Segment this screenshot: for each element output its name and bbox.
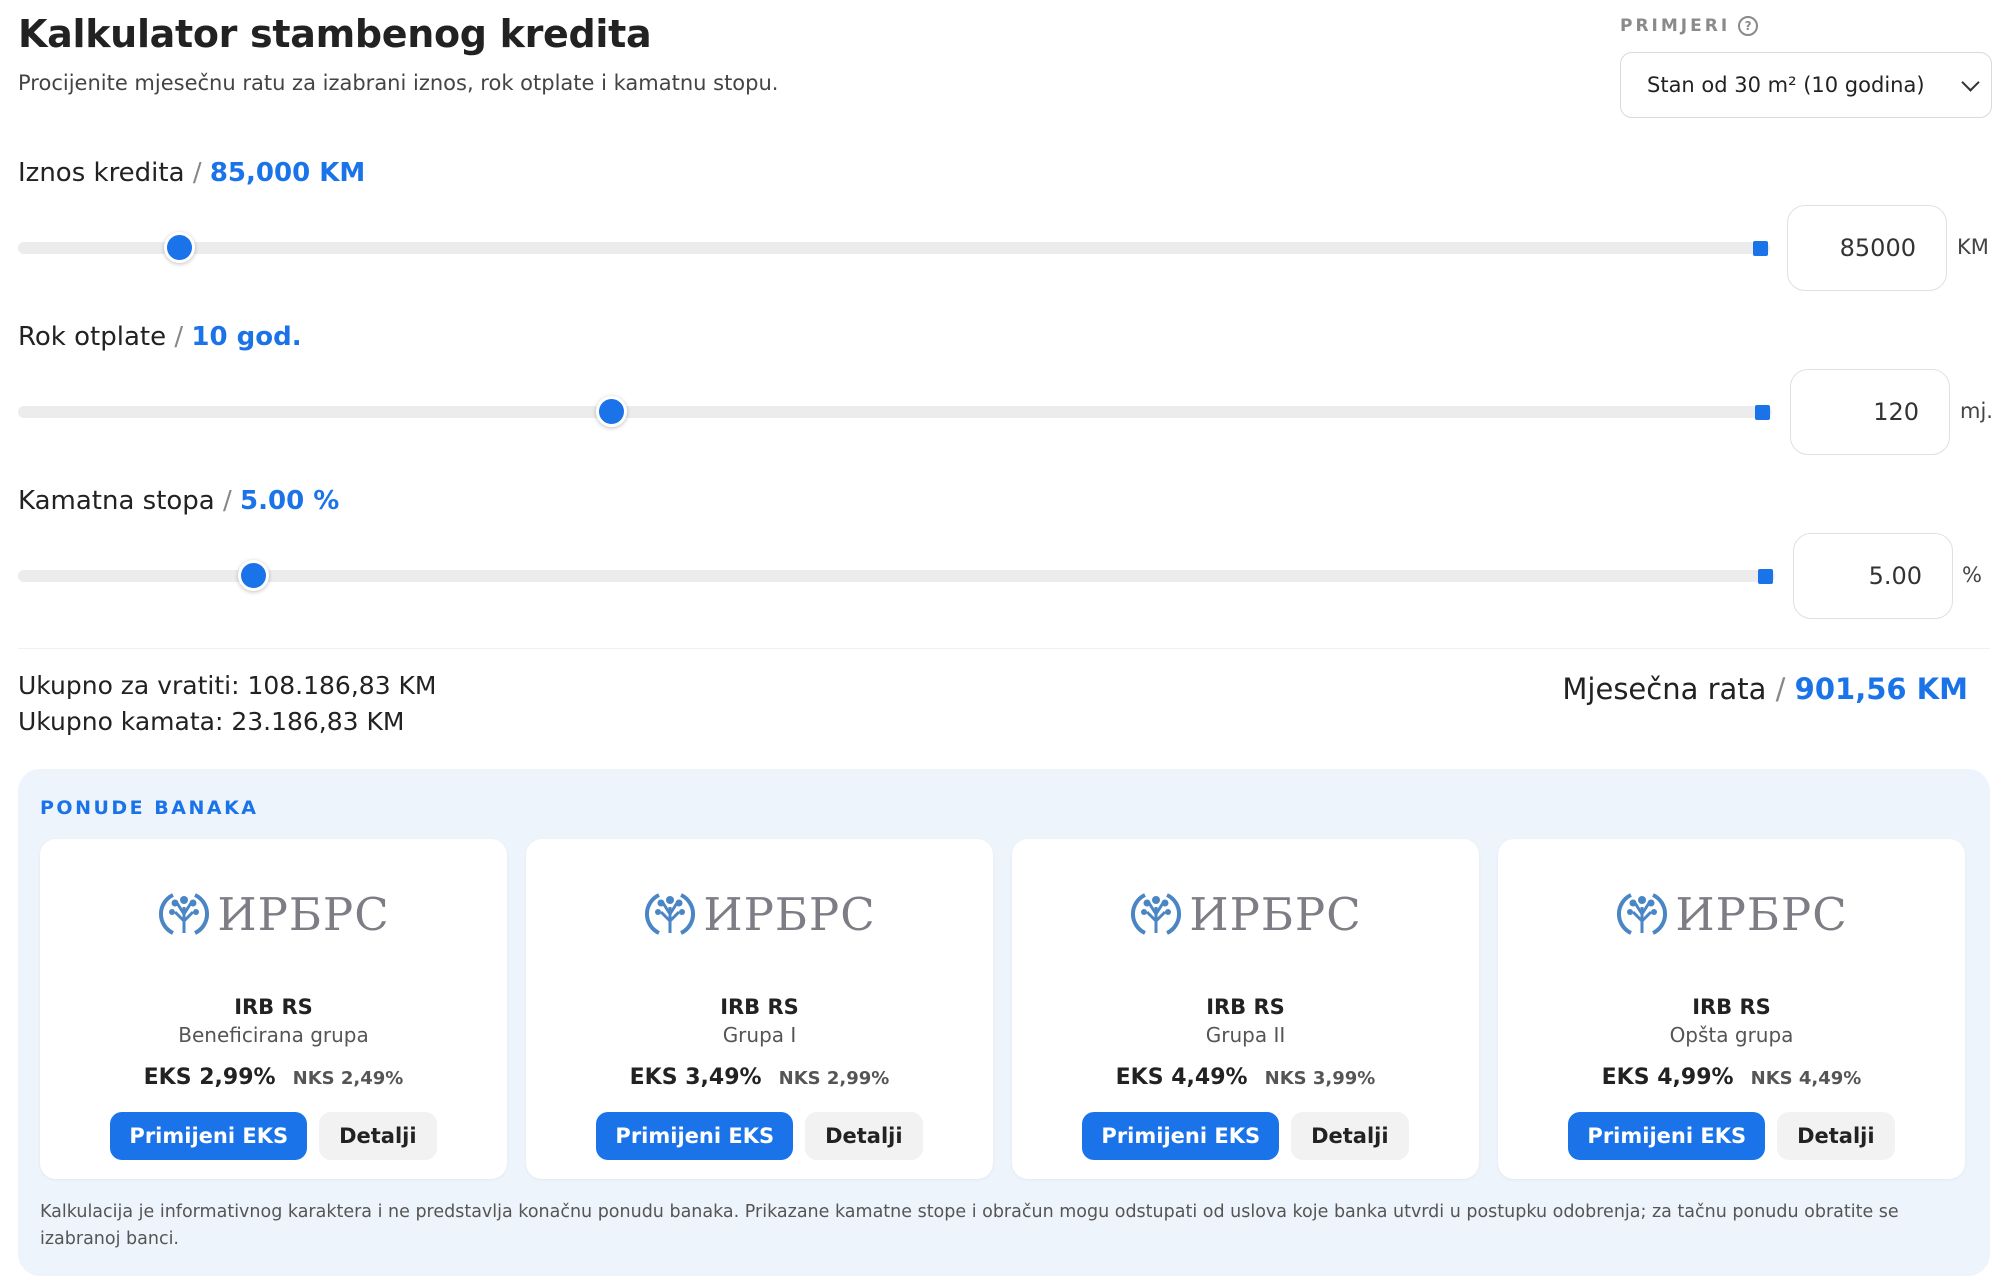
term-slider-thumb[interactable] xyxy=(595,396,627,427)
bank-logo-text: ИРБРС xyxy=(1189,887,1362,941)
bank-rates: EKS 4,99% NKS 4,49% xyxy=(1498,1065,1965,1090)
tree-logo-icon xyxy=(645,893,696,935)
amount-unit: KM xyxy=(1957,235,1989,259)
bank-logo: ИРБРС xyxy=(526,887,993,941)
amount-slider-thumb[interactable] xyxy=(164,232,196,263)
term-unit: mj. xyxy=(1960,399,1993,423)
card-actions: Primijeni EKS Detalji xyxy=(1498,1112,1965,1160)
nks-rate: NKS 2,99% xyxy=(778,1068,890,1089)
eks-rate: EKS 4,99% xyxy=(1601,1065,1734,1090)
bank-offers-title: PONUDE BANAKA xyxy=(40,797,259,819)
term-input[interactable]: 120 xyxy=(1790,369,1950,455)
term-label-text: Rok otplate xyxy=(18,322,167,352)
help-circle-icon[interactable]: ? xyxy=(1738,16,1759,36)
rate-label-separator: / xyxy=(223,486,232,516)
details-button[interactable]: Detalji xyxy=(805,1112,923,1160)
apply-eks-button[interactable]: Primijeni EKS xyxy=(1568,1112,1766,1160)
tree-logo-icon xyxy=(1131,893,1182,935)
chevron-down-icon xyxy=(1961,72,1980,92)
eks-rate: EKS 3,49% xyxy=(629,1065,762,1090)
term-label-separator: / xyxy=(174,322,184,352)
term-slider-max-marker xyxy=(1755,405,1770,420)
amount-label: Iznos kredita / 85,000 KM xyxy=(18,158,365,188)
monthly-payment: Mjesečna rata / 901,56 KM xyxy=(1562,672,1968,706)
rate-display-value: 5.00 % xyxy=(240,486,340,516)
bank-logo-text: ИРБРС xyxy=(217,887,390,941)
amount-slider-track[interactable] xyxy=(18,232,1770,263)
term-display-value: 10 god. xyxy=(191,322,302,352)
rate-slider-track[interactable] xyxy=(18,560,1775,591)
rate-unit: % xyxy=(1962,563,1982,587)
eks-rate: EKS 4,49% xyxy=(1115,1065,1248,1090)
amount-label-separator: / xyxy=(192,158,202,188)
details-button[interactable]: Detalji xyxy=(319,1112,437,1160)
bank-offer-card: ИРБРС IRB RS Opšta grupa EKS 4,99% NKS 4… xyxy=(1498,839,1965,1179)
bank-offers-panel: PONUDE BANAKA ИРБРС IRB RS Beneficirana … xyxy=(18,769,1990,1276)
examples-header: PRIMJERI ? xyxy=(1620,16,1992,36)
rate-input[interactable]: 5.00 xyxy=(1793,533,1953,619)
amount-label-text: Iznos kredita xyxy=(18,158,185,188)
bank-logo-text: ИРБРС xyxy=(1675,887,1848,941)
card-actions: Primijeni EKS Detalji xyxy=(526,1112,993,1160)
monthly-payment-value: 901,56 KM xyxy=(1794,672,1968,706)
total-repay: Ukupno za vratiti: 108.186,83 KM xyxy=(18,671,437,700)
bank-name: IRB RS xyxy=(1206,995,1285,1019)
bank-rates: EKS 3,49% NKS 2,99% xyxy=(526,1065,993,1090)
examples-label: PRIMJERI xyxy=(1620,16,1731,36)
details-button[interactable]: Detalji xyxy=(1291,1112,1409,1160)
rate-slider-thumb[interactable] xyxy=(238,560,270,591)
amount-display-value: 85,000 KM xyxy=(209,158,366,188)
eks-rate: EKS 2,99% xyxy=(143,1065,276,1090)
apply-eks-button[interactable]: Primijeni EKS xyxy=(1082,1112,1280,1160)
apply-eks-button[interactable]: Primijeni EKS xyxy=(596,1112,794,1160)
bank-group: Grupa II xyxy=(1205,1023,1286,1047)
examples-selected-value: Stan od 30 m² (10 godina) xyxy=(1647,73,1925,97)
total-interest: Ukupno kamata: 23.186,83 KM xyxy=(18,707,405,736)
disclaimer: Kalkulacija je informativnog karaktera i… xyxy=(40,1202,1899,1249)
bank-offer-card: ИРБРС IRB RS Grupa I EKS 3,49% NKS 2,99%… xyxy=(526,839,993,1179)
bank-offer-card: ИРБРС IRB RS Grupa II EKS 4,49% NKS 3,99… xyxy=(1012,839,1479,1179)
rate-slider-max-marker xyxy=(1758,569,1773,584)
bank-group: Beneficirana grupa xyxy=(178,1023,369,1047)
rate-label-text: Kamatna stopa xyxy=(18,486,215,516)
examples-section: PRIMJERI ? Stan od 30 m² (10 godina) xyxy=(1620,16,1992,118)
amount-input[interactable]: 85000 xyxy=(1787,205,1947,291)
tree-logo-icon xyxy=(159,893,210,935)
rate-label: Kamatna stopa / 5.00 % xyxy=(18,486,339,516)
examples-select[interactable]: Stan od 30 m² (10 godina) xyxy=(1620,52,1992,118)
bank-logo-text: ИРБРС xyxy=(703,887,876,941)
bank-rates: EKS 4,49% NKS 3,99% xyxy=(1012,1065,1479,1090)
card-actions: Primijeni EKS Detalji xyxy=(1012,1112,1479,1160)
monthly-payment-separator: / xyxy=(1775,672,1786,706)
bank-group: Grupa I xyxy=(722,1023,797,1047)
bank-logo: ИРБРС xyxy=(1012,887,1479,941)
page-subtitle: Procijenite mjesečnu ratu za izabrani iz… xyxy=(18,71,779,95)
page-title: Kalkulator stambenog kredita xyxy=(18,12,652,56)
nks-rate: NKS 4,49% xyxy=(1750,1068,1862,1089)
bank-name: IRB RS xyxy=(234,995,313,1019)
term-slider-track[interactable] xyxy=(18,396,1772,427)
apply-eks-button[interactable]: Primijeni EKS xyxy=(110,1112,308,1160)
bank-name: IRB RS xyxy=(1692,995,1771,1019)
monthly-payment-label: Mjesečna rata xyxy=(1562,672,1767,706)
section-divider xyxy=(18,648,1990,649)
term-label: Rok otplate / 10 god. xyxy=(18,322,302,352)
card-actions: Primijeni EKS Detalji xyxy=(40,1112,507,1160)
bank-logo: ИРБРС xyxy=(1498,887,1965,941)
nks-rate: NKS 3,99% xyxy=(1264,1068,1376,1089)
tree-logo-icon xyxy=(1617,893,1668,935)
details-button[interactable]: Detalji xyxy=(1777,1112,1895,1160)
amount-slider-max-marker xyxy=(1753,241,1768,256)
bank-group: Opšta grupa xyxy=(1669,1023,1794,1047)
bank-name: IRB RS xyxy=(720,995,799,1019)
bank-logo: ИРБРС xyxy=(40,887,507,941)
nks-rate: NKS 2,49% xyxy=(292,1068,404,1089)
bank-offer-card: ИРБРС IRB RS Beneficirana grupa EKS 2,99… xyxy=(40,839,507,1179)
bank-rates: EKS 2,99% NKS 2,49% xyxy=(40,1065,507,1090)
